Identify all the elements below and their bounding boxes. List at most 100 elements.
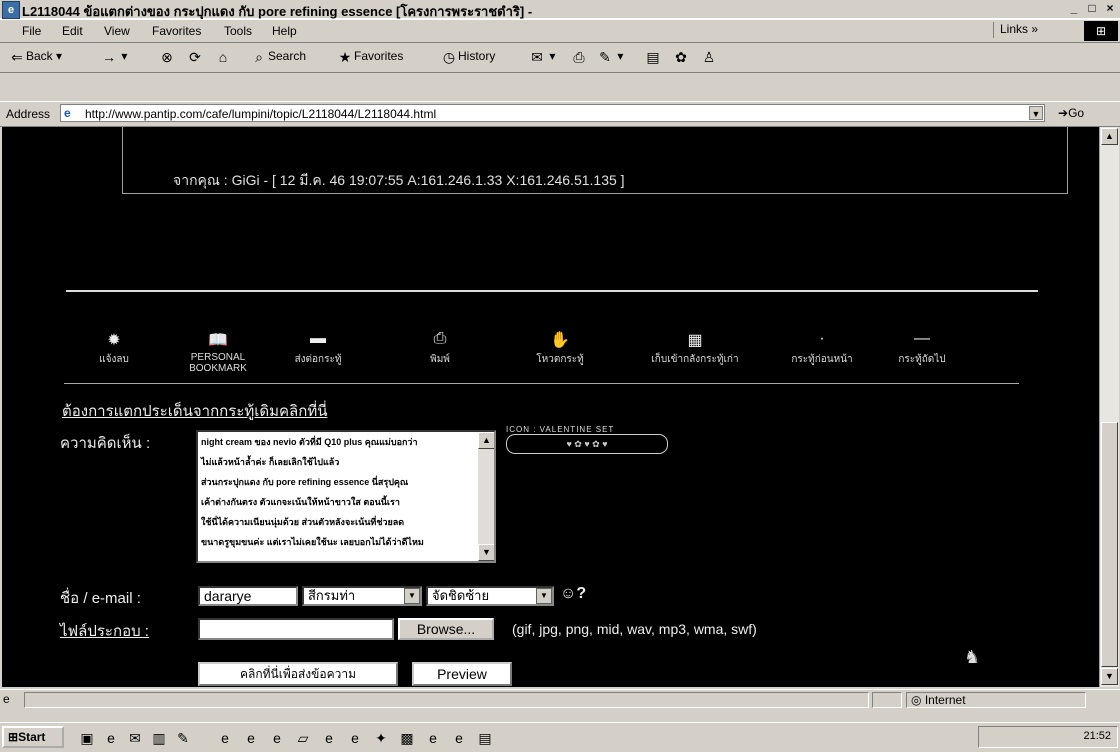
chevron-down-icon: ▼ <box>536 588 552 604</box>
maximize-button[interactable]: □ <box>1084 1 1100 15</box>
messenger-button[interactable]: ✿ <box>672 48 690 66</box>
nav-report-label: แจ้งลบ <box>99 354 129 365</box>
minimize-button[interactable]: _ <box>1066 1 1082 15</box>
menu-edit[interactable]: Edit <box>62 24 83 38</box>
divider <box>64 383 1019 384</box>
title-bar: e L2118044 ข้อแตกต่างของ กระปุกแดง กับ p… <box>0 0 1120 19</box>
nav-forward-label: ส่งต่อกระทู้ <box>294 354 342 365</box>
forward-arrow-icon: → <box>102 49 116 65</box>
image-window-icon[interactable]: ▩ <box>396 728 418 748</box>
smiley-icon[interactable]: ☺? <box>560 585 586 603</box>
valentine-icon-strip[interactable]: ♥ ✿ ♥ ✿ ♥ <box>506 434 668 454</box>
post-meta: จากคุณ : GiGi - [ 12 มี.ค. 46 19:07:55 A… <box>173 172 625 188</box>
ie-icon[interactable]: e <box>100 728 122 748</box>
scroll-down-icon[interactable]: ▼ <box>478 544 494 561</box>
align-select[interactable]: จัดชิดซ้าย ▼ <box>426 586 554 606</box>
security-zone: ◎ Internet <box>906 692 1086 708</box>
scroll-up-icon[interactable]: ▲ <box>478 432 494 449</box>
textarea-scrollbar[interactable]: ▲ ▼ <box>478 432 494 561</box>
textarea-line: ใช้นี่ได้ความเนียนนุ่มด้วย ส่วนตัวหลังจะ… <box>201 517 405 527</box>
ie-window-icon[interactable]: e <box>448 728 470 748</box>
user-button[interactable]: ♙ <box>700 48 718 66</box>
chevron-down-icon: ▼ <box>404 588 420 604</box>
start-button[interactable]: ⊞Start <box>2 726 64 748</box>
nav-bookmark-label: PERSONAL BOOKMARK <box>189 352 247 374</box>
history-icon: ◷ <box>442 49 456 65</box>
disk-icon[interactable]: ▥ <box>148 728 170 748</box>
forward-button[interactable]: → ▾ <box>100 48 127 66</box>
submit-button[interactable]: คลิกที่นี่เพื่อส่งข้อความ <box>198 662 398 686</box>
desktop-icon[interactable]: ▣ <box>76 728 98 748</box>
color-select[interactable]: สีกรมท่า ▼ <box>302 586 422 606</box>
address-dropdown-icon[interactable]: ▼ <box>1029 106 1043 120</box>
favorites-icon: ★ <box>338 49 352 65</box>
menu-favorites[interactable]: Favorites <box>152 24 201 38</box>
stop-button[interactable]: ⊗ <box>158 48 176 66</box>
edit-button[interactable]: ✎ ▾ <box>596 48 623 66</box>
nav-previous[interactable]: · กระทู้ก่อนหน้า <box>772 330 872 367</box>
printer-icon: ⎙ <box>573 49 585 65</box>
textarea-line: ขนาดรูขุมขนค่ะ แต่เราไม่เคยใช้นะ เลยบอกไ… <box>201 537 424 547</box>
file-input[interactable] <box>198 618 394 640</box>
outlook-icon[interactable]: ✉ <box>124 728 146 748</box>
branch-topic-link[interactable]: ต้องการแตกประเด็นจากกระทู้เดิมคลิกที่นี่ <box>62 399 327 423</box>
refresh-button[interactable]: ⟳ <box>186 48 204 66</box>
search-icon: ⌕ <box>255 49 263 65</box>
nav-next[interactable]: — กระทู้ถัดไป <box>872 330 972 367</box>
app-icon[interactable]: ✎ <box>172 728 194 748</box>
ie-window-icon[interactable]: e <box>318 728 340 748</box>
scroll-thumb[interactable] <box>1101 422 1118 667</box>
home-button[interactable]: ⌂ <box>214 48 232 66</box>
nav-forward[interactable]: ▬ ส่งต่อกระทู้ <box>268 330 368 367</box>
nav-archive[interactable]: ▦ เก็บเข้ากลังกระทู้เก่า <box>630 330 760 367</box>
menu-file[interactable]: File <box>22 24 41 38</box>
nav-print[interactable]: ⎙ พิมพ์ <box>390 330 490 367</box>
nav-bookmark[interactable]: 📖 PERSONAL BOOKMARK <box>168 330 268 374</box>
status-text-panel <box>24 692 869 708</box>
go-label: Go <box>1068 106 1085 120</box>
ie-window-icon[interactable]: e <box>422 728 444 748</box>
favorites-button[interactable]: ★ Favorites <box>336 48 404 66</box>
print-button[interactable]: ⎙ <box>570 48 588 66</box>
nav-vote[interactable]: ✋ โหวตกระทู้ <box>510 330 610 367</box>
opinion-textarea[interactable]: night cream ของ nevio ตัวที่มี Q10 plus … <box>196 430 496 563</box>
address-label: Address <box>6 107 51 121</box>
close-button[interactable]: × <box>1102 1 1118 15</box>
windows-logo-icon: ⊞ <box>1084 21 1118 41</box>
ie-window-icon[interactable]: e <box>266 728 288 748</box>
nav-report[interactable]: ✹ แจ้งลบ <box>64 330 164 367</box>
history-button[interactable]: ◷ History <box>440 48 495 66</box>
globe-icon: ◎ <box>911 693 922 707</box>
go-button[interactable]: ➔Go <box>1058 106 1084 120</box>
discuss-button[interactable]: ▤ <box>644 48 662 66</box>
notepad-icon[interactable]: ▱ <box>292 728 314 748</box>
scroll-down-icon[interactable]: ▼ <box>1101 668 1118 685</box>
hand-icon: ✋ <box>550 332 570 349</box>
nav-print-label: พิมพ์ <box>430 354 450 365</box>
links-button[interactable]: Links » <box>993 22 1080 38</box>
back-button[interactable]: ⇐ Back ▾ <box>8 48 62 66</box>
menu-view[interactable]: View <box>104 24 130 38</box>
home-icon: ⌂ <box>218 49 228 65</box>
menu-tools[interactable]: Tools <box>224 24 252 38</box>
opinion-label: ความคิดเห็น : <box>60 435 151 452</box>
app-window-icon[interactable]: ✦ <box>370 728 392 748</box>
doc-window-icon[interactable]: ▤ <box>474 728 496 748</box>
scroll-up-icon[interactable]: ▲ <box>1101 128 1118 145</box>
ie-window-icon[interactable]: e <box>214 728 236 748</box>
ie-window-icon[interactable]: e <box>344 728 366 748</box>
textarea-line: ส่วนกระปุกแดง กับ pore refining essence … <box>201 477 409 487</box>
search-button[interactable]: ⌕ Search <box>250 48 306 66</box>
edit-icon: ✎ <box>599 49 611 65</box>
page-scrollbar[interactable]: ▲ ▼ <box>1099 127 1119 687</box>
menu-help[interactable]: Help <box>272 24 297 38</box>
history-label: History <box>458 49 496 64</box>
name-input[interactable]: dararye <box>198 586 298 606</box>
browse-button[interactable]: Browse... <box>398 618 494 640</box>
attach-label[interactable]: ไฟล์ประกอบ : <box>60 619 149 643</box>
ie-window-icon[interactable]: e <box>240 728 262 748</box>
address-input[interactable]: e http://www.pantip.com/cafe/lumpini/top… <box>60 104 1045 122</box>
preview-button[interactable]: Preview <box>412 662 512 686</box>
taskbar: ⊞Start ▣ e ✉ ▥ ✎ e e e ▱ e e ✦ ▩ e e ▤ 2… <box>0 722 1120 752</box>
mail-button[interactable]: ✉ ▾ <box>528 48 555 66</box>
